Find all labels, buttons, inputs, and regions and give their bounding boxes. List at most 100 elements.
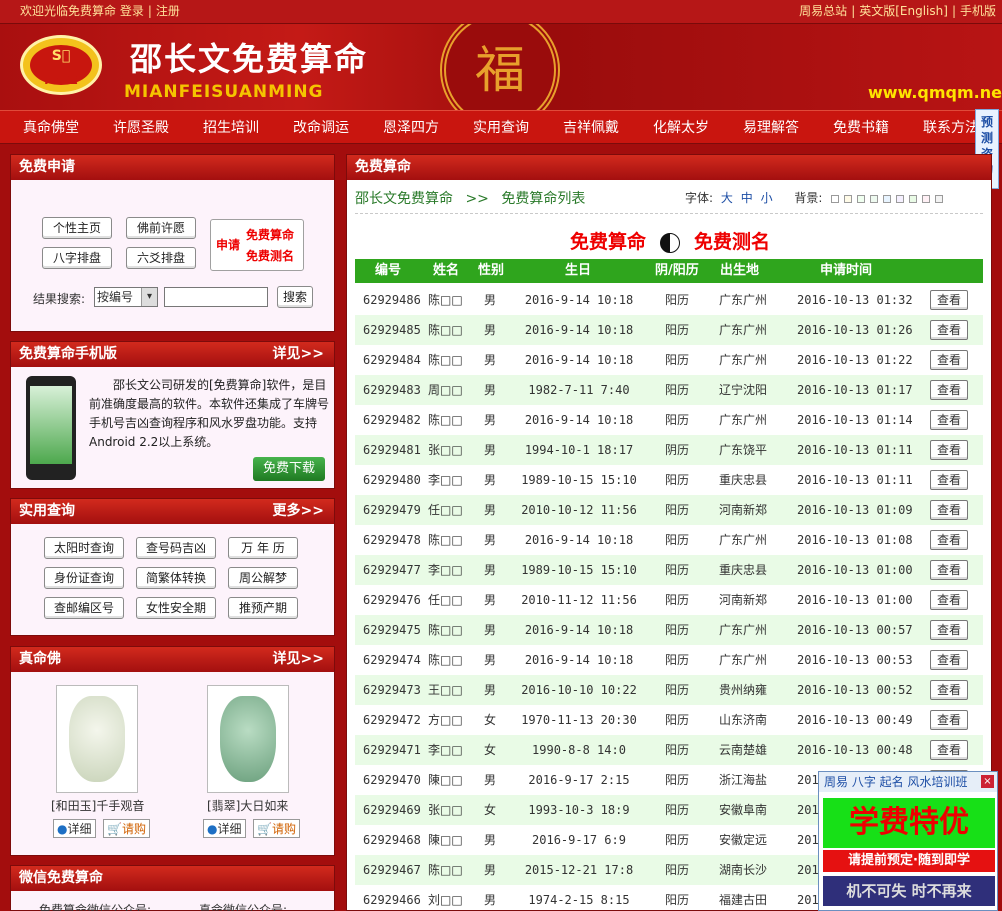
wish-button[interactable]: 佛前许愿	[126, 217, 196, 239]
mobile-more-link[interactable]: 详见>>	[273, 342, 324, 367]
buddha-panel-title: 真命佛	[19, 651, 61, 667]
zhouyi-link[interactable]: 周易总站	[799, 4, 847, 18]
view-button[interactable]: 查看	[930, 350, 968, 370]
view-button[interactable]: 查看	[930, 410, 968, 430]
bg-swatch[interactable]	[909, 194, 918, 203]
close-icon[interactable]: ×	[981, 775, 994, 788]
bg-swatch[interactable]	[935, 194, 944, 203]
welcome-text: 欢迎光临免费算命	[20, 4, 117, 18]
mobile-link[interactable]: 手机版	[960, 4, 996, 18]
search-type-select[interactable]: 按编号 ▾	[94, 287, 158, 307]
promo-float-ad[interactable]: 周易 八字 起名 风水培训班 × 学费特优 请提前预定·随到即学 机不可失 时不再…	[818, 771, 998, 911]
query-button[interactable]: 推预产期	[228, 597, 298, 619]
jade-guanyin-image[interactable]	[56, 685, 138, 793]
table-cell: 男	[484, 773, 497, 787]
apply-free-name-link[interactable]: 免费测名	[246, 247, 294, 264]
table-cell: 62929470	[363, 773, 421, 787]
view-button[interactable]: 查看	[930, 740, 968, 760]
nav-item[interactable]: 吉祥佩戴	[563, 111, 619, 145]
nav-item[interactable]: 化解太岁	[653, 111, 709, 145]
item2-buy-button[interactable]: 🛒请购	[253, 819, 300, 838]
query-button[interactable]: 查邮编区号	[44, 597, 124, 619]
table-cell: 2016-10-13 01:14	[797, 413, 913, 427]
view-button[interactable]: 查看	[930, 680, 968, 700]
personal-page-button[interactable]: 个性主页	[42, 217, 112, 239]
bg-swatch[interactable]	[922, 194, 931, 203]
apply-box[interactable]: 申请 免费算命 免费测名	[210, 219, 304, 271]
view-button[interactable]: 查看	[930, 290, 968, 310]
query-more-link[interactable]: 更多>>	[273, 499, 324, 524]
breadcrumb-home[interactable]: 邵长文免费算命	[355, 191, 453, 207]
breadcrumb-list[interactable]: 免费算命列表	[501, 191, 585, 207]
apply-free-fortune-link[interactable]: 免费算命	[246, 226, 294, 243]
bg-swatch[interactable]	[844, 194, 853, 203]
view-button[interactable]: 查看	[930, 440, 968, 460]
register-link[interactable]: 注册	[156, 4, 180, 18]
nav-item[interactable]: 真命佛堂	[23, 111, 79, 145]
font-small[interactable]: 小	[761, 191, 773, 205]
query-button[interactable]: 简繁体转换	[136, 567, 216, 589]
query-panel: 实用查询 更多>> 太阳时查询 查号码吉凶 万 年 历 身份证查询 简繁体转换 周…	[10, 498, 335, 636]
bg-swatch[interactable]	[896, 194, 905, 203]
search-input[interactable]	[164, 287, 268, 307]
bazi-button[interactable]: 八字排盘	[42, 247, 112, 269]
nav-item[interactable]: 免费书籍	[833, 111, 889, 145]
heading-name[interactable]: 免费测名	[694, 231, 770, 253]
view-button[interactable]: 查看	[930, 500, 968, 520]
query-button[interactable]: 身份证查询	[44, 567, 124, 589]
table-cell: 女	[484, 713, 497, 727]
nav-item[interactable]: 招生培训	[203, 111, 259, 145]
nav-item[interactable]: 改命调运	[293, 111, 349, 145]
table-cell: 男	[484, 863, 497, 877]
promo-links[interactable]: 周易 八字 起名 风水培训班	[824, 775, 967, 789]
nav-item[interactable]: 恩泽四方	[383, 111, 439, 145]
table-cell: 2016-9-17 6:9	[532, 833, 626, 847]
view-button[interactable]: 查看	[930, 620, 968, 640]
site-logo[interactable]: S⃝ FREE	[20, 35, 102, 95]
breadcrumb: 邵长文免费算命 >> 免费算命列表	[355, 191, 586, 207]
view-button[interactable]: 查看	[930, 710, 968, 730]
english-link[interactable]: 英文版[English]	[859, 4, 948, 18]
query-button[interactable]: 查号码吉凶	[136, 537, 216, 559]
item1-detail-button[interactable]: ●详细	[53, 819, 96, 838]
item2-detail-button[interactable]: ●详细	[203, 819, 246, 838]
view-button[interactable]: 查看	[930, 530, 968, 550]
view-button[interactable]: 查看	[930, 470, 968, 490]
heading-fortune[interactable]: 免费算命	[570, 231, 646, 253]
nav-item[interactable]: 实用查询	[473, 111, 529, 145]
bg-swatch[interactable]	[883, 194, 892, 203]
jade-dari-image[interactable]	[207, 685, 289, 793]
nav-item[interactable]: 易理解答	[743, 111, 799, 145]
view-button[interactable]: 查看	[930, 380, 968, 400]
bg-swatch[interactable]	[857, 194, 866, 203]
query-button[interactable]: 周公解梦	[228, 567, 298, 589]
view-button[interactable]: 查看	[930, 560, 968, 580]
item1-buy-button[interactable]: 🛒请购	[103, 819, 150, 838]
table-cell: 2016-10-13 01:11	[797, 473, 913, 487]
view-button[interactable]: 查看	[930, 320, 968, 340]
view-button[interactable]: 查看	[930, 650, 968, 670]
table-cell: 阳历	[665, 803, 690, 817]
item2-name[interactable]: [翡翠]大日如来	[207, 797, 288, 814]
item1-name[interactable]: [和田玉]千手观音	[51, 797, 144, 814]
query-button[interactable]: 万 年 历	[228, 537, 298, 559]
search-button[interactable]: 搜索	[277, 286, 313, 308]
nav-item[interactable]: 联系方法	[923, 111, 979, 145]
download-button[interactable]: 免费下载	[253, 457, 325, 481]
font-medium[interactable]: 中	[741, 191, 753, 205]
table-cell: 广东广州	[719, 413, 768, 427]
bg-swatch[interactable]	[831, 194, 840, 203]
table-cell: 阳历	[665, 743, 690, 757]
query-button[interactable]: 女性安全期	[136, 597, 216, 619]
login-link[interactable]: 登录	[120, 4, 144, 18]
nav-item[interactable]: 许愿圣殿	[113, 111, 169, 145]
bg-swatch[interactable]	[870, 194, 879, 203]
table-cell: 陈□□	[428, 863, 463, 877]
table-cell: 男	[484, 533, 497, 547]
font-large[interactable]: 大	[721, 191, 733, 205]
buddha-more-link[interactable]: 详见>>	[273, 647, 324, 672]
table-cell: 任□□	[428, 593, 463, 607]
liuyao-button[interactable]: 六爻排盘	[126, 247, 196, 269]
view-button[interactable]: 查看	[930, 590, 968, 610]
query-button[interactable]: 太阳时查询	[44, 537, 124, 559]
